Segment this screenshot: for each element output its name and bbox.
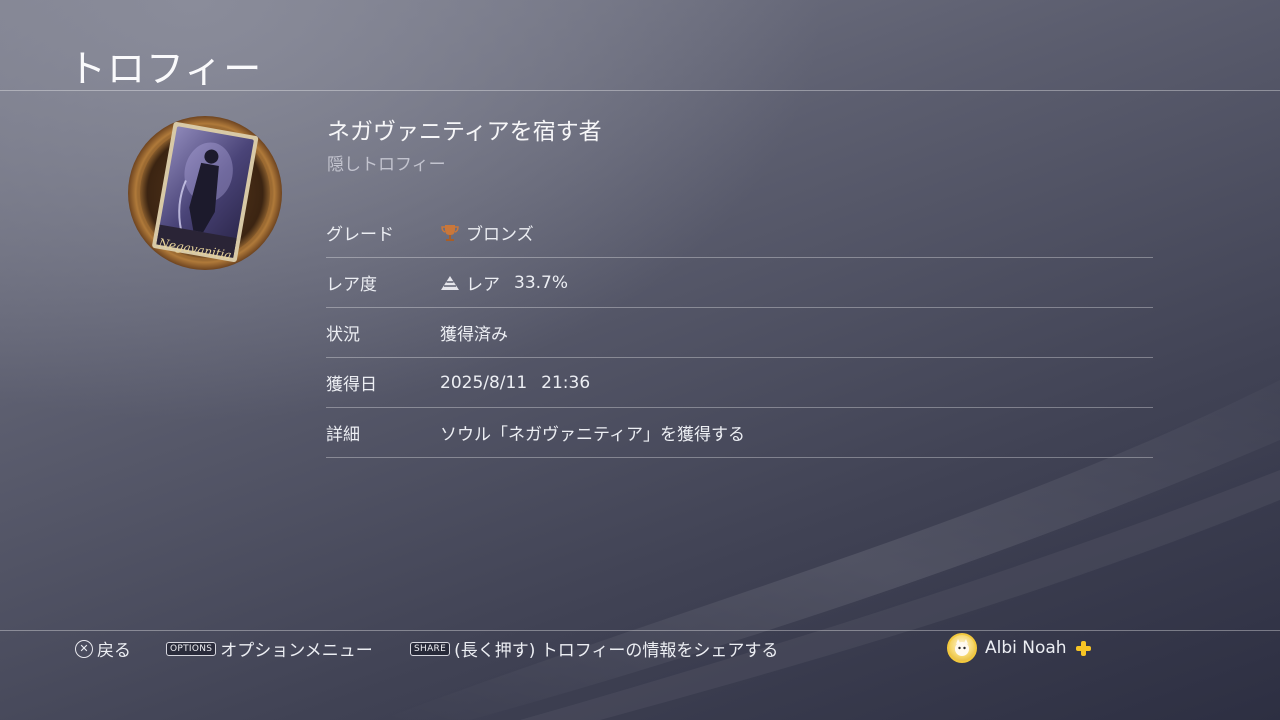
share-button-icon: SHARE: [410, 641, 451, 656]
detail-row-rarity: レア度 レア 33.7%: [326, 258, 1153, 308]
options-button-icon: OPTIONS: [166, 641, 217, 656]
user-profile[interactable]: Albi Noah: [947, 633, 1091, 663]
options-label: オプションメニュー: [220, 641, 373, 661]
trophy-image: Negavanitia: [126, 114, 284, 272]
description-label: 詳細: [326, 425, 360, 445]
detail-row-status: 状況 獲得済み: [326, 308, 1153, 358]
share-label: (長く押す) トロフィーの情報をシェアする: [454, 641, 779, 661]
playstation-plus-icon: [1075, 640, 1091, 656]
status-label: 状況: [326, 325, 360, 345]
status-value: 獲得済み: [440, 325, 508, 345]
trophy-name: ネガヴァニティアを宿す者: [327, 119, 602, 145]
detail-row-description: 詳細 ソウル「ネガヴァニティア」を獲得する: [326, 408, 1153, 458]
rarity-label: レア度: [326, 275, 377, 295]
options-menu-button[interactable]: OPTIONS オプションメニュー: [166, 636, 373, 661]
back-label: 戻る: [97, 641, 131, 661]
page-title: トロフィー: [68, 47, 263, 91]
footer-divider: [0, 630, 1280, 631]
trophy-type-label: 隠しトロフィー: [327, 155, 446, 175]
cross-button-icon: ✕: [75, 639, 93, 658]
grade-label: グレード: [326, 225, 394, 245]
avatar: [947, 633, 977, 663]
date-value: 2025/8/11: [440, 372, 528, 393]
user-name: Albi Noah: [985, 638, 1067, 658]
rarity-value: レア: [466, 275, 500, 295]
grade-value: ブロンズ: [466, 225, 534, 245]
rarity-pyramid-icon: [441, 275, 459, 290]
share-button[interactable]: SHARE (長く押す) トロフィーの情報をシェアする: [410, 636, 778, 661]
date-label: 獲得日: [326, 375, 377, 395]
rarity-percent: 33.7%: [514, 272, 569, 293]
title-divider: [0, 90, 1280, 91]
detail-row-grade: グレード ブロンズ: [326, 208, 1153, 258]
detail-row-date: 獲得日 2025/8/11 21:36: [326, 358, 1153, 408]
footer-bar: ✕ 戻る OPTIONS オプションメニュー SHARE (長く押す) トロフィ…: [0, 632, 1280, 666]
back-button[interactable]: ✕ 戻る: [75, 636, 131, 661]
time-value: 21:36: [541, 372, 591, 393]
description-value: ソウル「ネガヴァニティア」を獲得する: [440, 425, 745, 445]
bronze-trophy-icon: [441, 224, 459, 241]
trophy-details-table: グレード ブロンズ レア度 レア 33.7% 状況 獲得済み 獲得日 2025/…: [326, 208, 1153, 458]
